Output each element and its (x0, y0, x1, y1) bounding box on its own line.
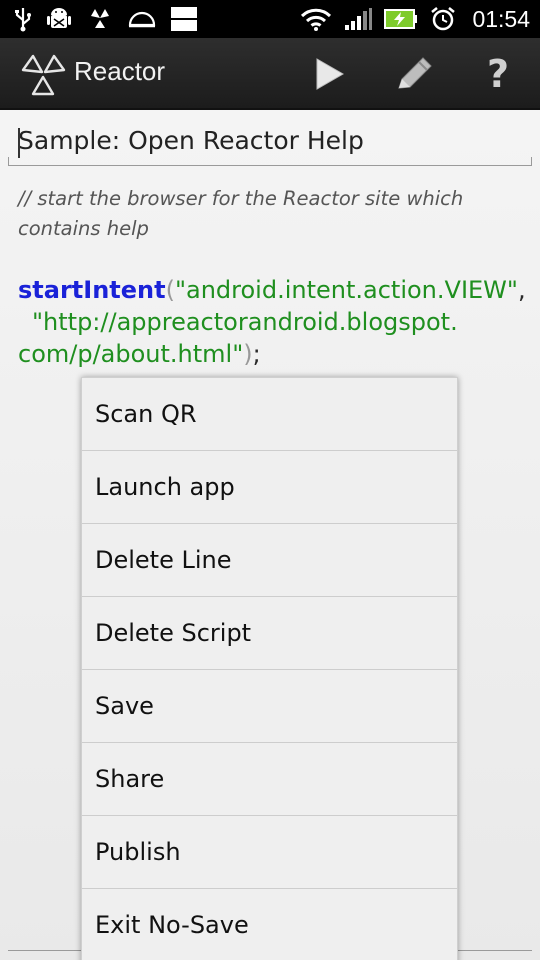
menu-item-delete-script[interactable]: Delete Script (82, 597, 457, 670)
menu-item-launch-app[interactable]: Launch app (82, 451, 457, 524)
edit-button[interactable] (372, 38, 456, 110)
code-arg-2-part2: com/p/about.html" (18, 340, 244, 368)
menu-item-save[interactable]: Save (82, 670, 457, 743)
code-comma: , (517, 276, 526, 304)
code-line-1: startIntent("android.intent.action.VIEW"… (18, 274, 528, 306)
code-function-name: startIntent (18, 276, 166, 304)
code-open-paren: ( (165, 276, 175, 304)
help-button[interactable]: ? (456, 38, 540, 110)
alarm-icon (431, 7, 456, 31)
action-bar: Reactor ? (0, 38, 540, 110)
code-close-paren: ) (243, 340, 253, 368)
help-icon: ? (486, 52, 510, 96)
text-cursor (18, 128, 20, 158)
battery-charging-icon (384, 9, 418, 29)
comment-line-1: // start the browser for the Reactor sit… (18, 187, 464, 210)
play-icon (316, 58, 345, 90)
script-title-input[interactable] (18, 126, 518, 155)
app-title: Reactor (74, 56, 166, 86)
run-button[interactable] (288, 38, 372, 110)
usb-icon (15, 8, 31, 32)
code-semicolon: ; (252, 340, 261, 368)
dome-icon (128, 11, 156, 28)
code-comment[interactable]: // start the browser for the Reactor sit… (18, 184, 518, 244)
menu-item-publish[interactable]: Publish (82, 816, 457, 889)
code-line-3: com/p/about.html"); (18, 338, 528, 370)
script-title-field[interactable] (8, 122, 532, 166)
code-line-2: "http://appreactorandroid.blogspot. (18, 306, 528, 338)
code-statement[interactable]: startIntent("android.intent.action.VIEW"… (18, 274, 528, 370)
signal-icon (345, 8, 373, 30)
menu-item-exit-no-save[interactable]: Exit No-Save (82, 889, 457, 960)
options-menu: Scan QR Launch app Delete Line Delete Sc… (81, 377, 458, 960)
clock: 01:54 (472, 5, 530, 32)
menu-item-share[interactable]: Share (82, 743, 457, 816)
menu-item-delete-line[interactable]: Delete Line (82, 524, 457, 597)
notification-icons (14, 5, 198, 33)
system-icons: 01:54 (300, 5, 530, 33)
status-bar: 01:54 (0, 0, 540, 38)
reactor-logo-icon[interactable] (18, 50, 68, 98)
code-arg-2-part1: "http://appreactorandroid.blogspot. (32, 308, 458, 336)
sd-card-icon (171, 7, 197, 31)
reactor-notification-icon (91, 9, 109, 28)
android-debug-icon (47, 8, 71, 28)
pencil-icon (398, 57, 432, 89)
comment-line-2: contains help (18, 217, 149, 240)
wifi-icon (301, 8, 332, 31)
menu-item-scan-qr[interactable]: Scan QR (82, 378, 457, 451)
code-arg-1: "android.intent.action.VIEW" (174, 276, 518, 304)
